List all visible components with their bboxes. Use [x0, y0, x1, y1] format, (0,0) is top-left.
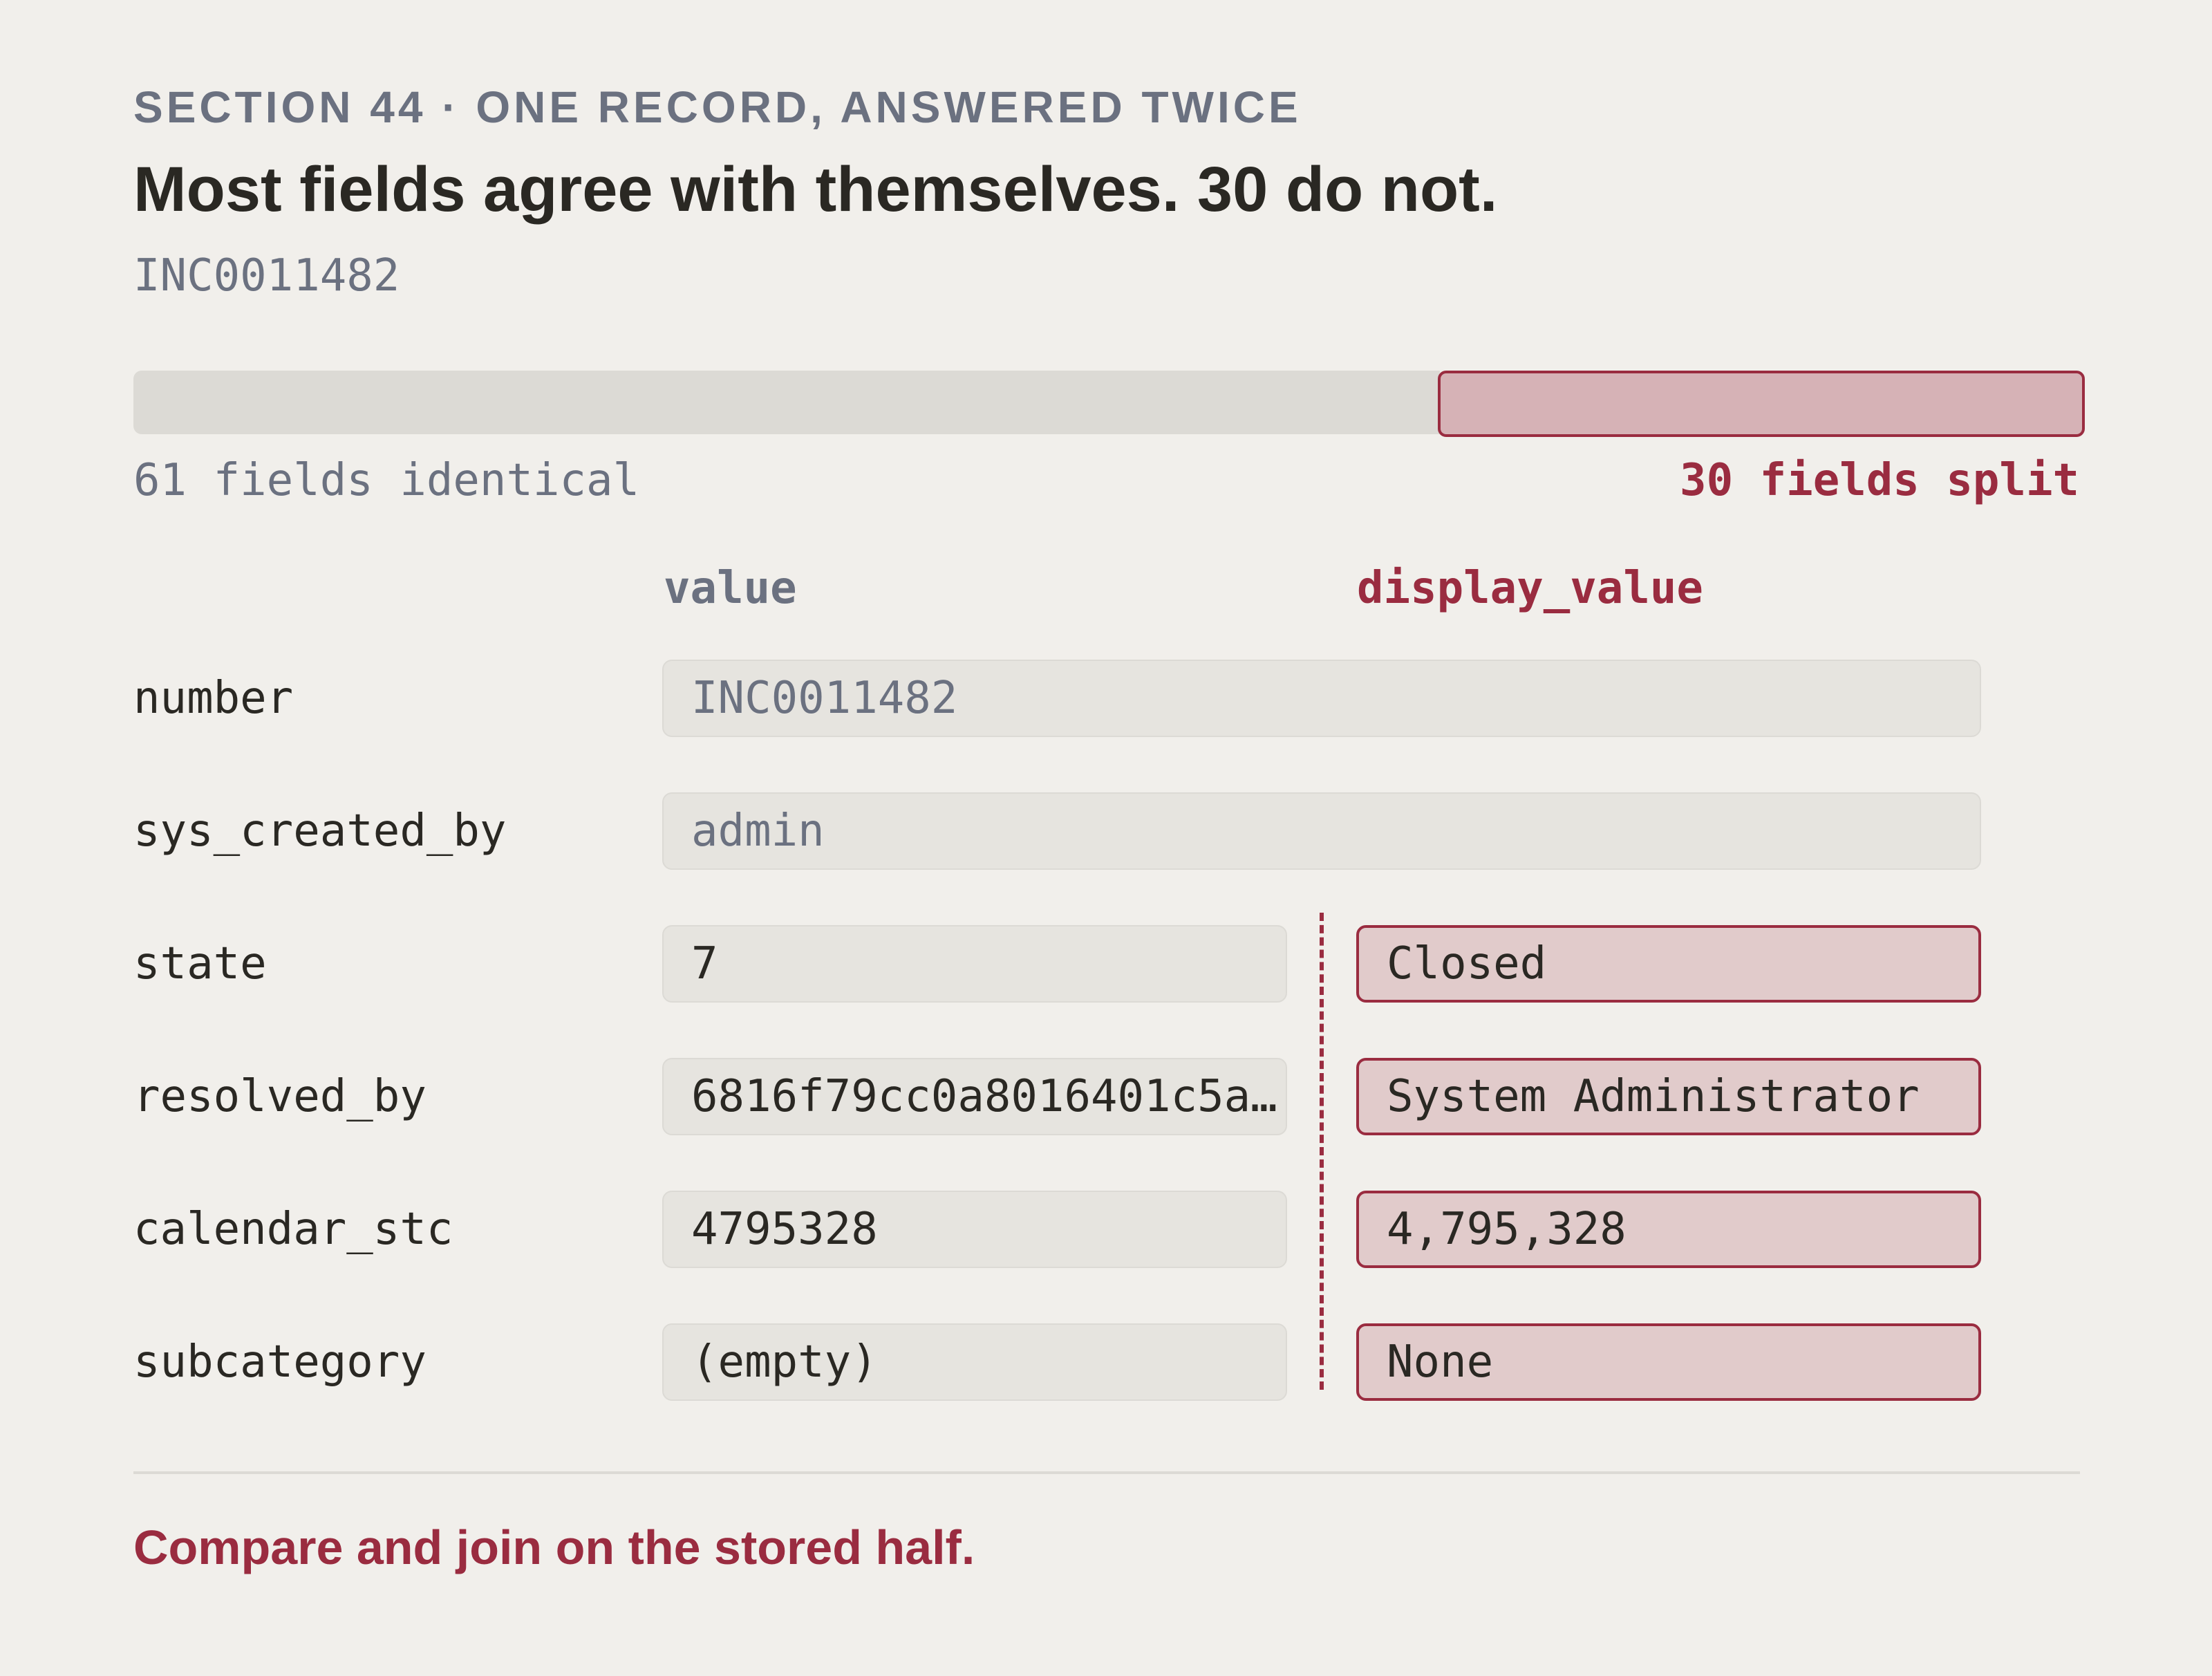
field-name-sys-created-by: sys_created_by: [133, 806, 507, 857]
record-id: INC0011482: [133, 250, 400, 301]
field-name-state: state: [133, 938, 267, 989]
field-name-calendar-stc: calendar_stc: [133, 1204, 453, 1255]
value-cell: 4795328: [662, 1191, 1287, 1268]
value-cell: 6816f79cc0a8016401c5a…: [662, 1058, 1287, 1135]
diagram-page: SECTION 44 · ONE RECORD, ANSWERED TWICE …: [0, 0, 2212, 1676]
display-value-cell: None: [1356, 1323, 1981, 1401]
display-value-cell: Closed: [1356, 925, 1981, 1003]
value-cell: 7: [662, 925, 1287, 1003]
display-value-cell: System Administrator: [1356, 1058, 1981, 1135]
value-cell: (empty): [662, 1323, 1287, 1401]
identical-fields-bar: [133, 371, 1440, 434]
field-name-subcategory: subcategory: [133, 1337, 427, 1388]
value-cell-shared: admin: [662, 792, 1981, 870]
page-title: Most fields agree with themselves. 30 do…: [133, 154, 1498, 225]
display-value-column-header: display_value: [1357, 563, 1703, 614]
value-column-header: value: [664, 563, 797, 614]
section-eyebrow: SECTION 44 · ONE RECORD, ANSWERED TWICE: [133, 82, 1302, 132]
value-cell-shared: INC0011482: [662, 660, 1981, 737]
split-fields-bar: [1438, 371, 2085, 437]
field-name-number: number: [133, 673, 294, 724]
display-value-cell: 4,795,328: [1356, 1191, 1981, 1268]
identical-fields-label: 61 fields identical: [133, 455, 640, 506]
split-divider: [1320, 913, 1324, 1390]
field-name-resolved-by: resolved_by: [133, 1071, 427, 1122]
footer-rule: [133, 1471, 2080, 1474]
takeaway-text: Compare and join on the stored half.: [133, 1520, 975, 1574]
split-fields-label: 30 fields split: [1680, 455, 2079, 506]
